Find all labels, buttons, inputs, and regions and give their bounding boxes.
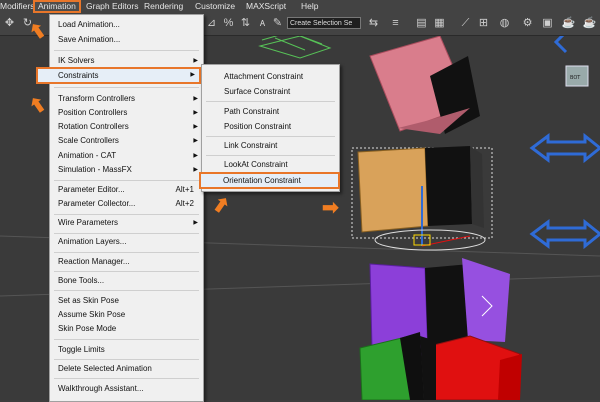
menu-separator	[206, 136, 335, 137]
submenu-arrow-icon: ▶	[193, 220, 198, 226]
submenu-item-surface-constraint[interactable]: Surface Constraint	[202, 84, 339, 100]
render-icon[interactable]: ☕	[561, 16, 576, 31]
move-icon[interactable]: ✥	[2, 16, 17, 31]
submenu-item-position-constraint[interactable]: Position Constraint	[202, 119, 339, 135]
menu-modifiers[interactable]: Modifiers	[0, 0, 34, 13]
menu-separator	[54, 252, 199, 253]
viewcube[interactable]: BOT	[565, 65, 589, 87]
menu-item-reaction-manager[interactable]: Reaction Manager...	[50, 254, 203, 270]
menu-item-constraints[interactable]: Constraints ▶	[36, 67, 201, 84]
menu-item-toggle-limits[interactable]: Toggle Limits	[50, 342, 203, 358]
edit-named-selection-icon[interactable]: ✎	[270, 16, 285, 31]
menu-item-delete-selected-animation[interactable]: Delete Selected Animation	[50, 361, 203, 377]
align-icon[interactable]: ≡	[388, 16, 403, 31]
submenu-item-path-constraint[interactable]: Path Constraint	[202, 104, 339, 120]
percent-snap-icon[interactable]: %	[221, 16, 236, 31]
menu-item-walkthrough-assistant[interactable]: Walkthrough Assistant...	[50, 381, 203, 397]
submenu-item-lookat-constraint[interactable]: LookAt Constraint	[202, 157, 339, 173]
menu-bar: Modifiers Animation Graph Editors Render…	[0, 0, 600, 14]
submenu-item-orientation-constraint[interactable]: Orientation Constraint	[199, 172, 340, 189]
menu-separator	[54, 50, 199, 51]
menu-item-constraints-label: Constraints	[58, 71, 99, 80]
menu-graph-editors[interactable]: Graph Editors	[86, 0, 138, 13]
selection-set-dropdown[interactable]: Create Selection Se	[287, 17, 361, 29]
menu-separator	[54, 87, 199, 88]
submenu-item-attachment-constraint[interactable]: Attachment Constraint	[202, 69, 339, 85]
submenu-arrow-icon: ▶	[193, 138, 198, 144]
submenu-item-link-constraint[interactable]: Link Constraint	[202, 138, 339, 154]
menu-separator	[54, 290, 199, 291]
menu-item-save-animation[interactable]: Save Animation...	[50, 32, 203, 48]
snap-icon[interactable]: ⊿	[204, 16, 219, 31]
menu-item-animation-layers[interactable]: Animation Layers...	[50, 234, 203, 250]
cube-red	[420, 335, 522, 400]
scene-explorer-icon[interactable]: ▦	[432, 16, 447, 31]
layer-manager-icon[interactable]: ▤	[414, 16, 429, 31]
menu-item-load-animation[interactable]: Load Animation...	[50, 17, 203, 33]
menu-animation[interactable]: Animation	[33, 0, 81, 13]
render-setup-icon[interactable]: ⚙	[520, 16, 535, 31]
text-abc-icon[interactable]: ᴀ	[255, 16, 270, 31]
menu-item-parameter-collector[interactable]: Parameter Collector... Alt+2	[50, 196, 203, 212]
submenu-arrow-icon: ▶	[190, 72, 195, 78]
shortcut-label: Alt+2	[175, 199, 194, 208]
spinner-snap-icon[interactable]: ⇅	[238, 16, 253, 31]
menu-separator	[54, 339, 199, 340]
menu-item-skin-pose-mode[interactable]: Skin Pose Mode	[50, 321, 203, 337]
menu-separator	[54, 271, 199, 272]
rendered-frame-icon[interactable]: ▣	[540, 16, 555, 31]
menu-customize[interactable]: Customize	[195, 0, 235, 13]
bone-wireframe	[258, 36, 332, 59]
annotation-arrow-icon: ➡	[322, 197, 339, 219]
render-iterative-icon[interactable]: ☕	[582, 16, 597, 31]
schematic-view-icon[interactable]: ⊞	[476, 16, 491, 31]
menu-item-simulation-massfx[interactable]: Simulation - MassFX ▶	[50, 162, 203, 178]
submenu-arrow-icon: ▶	[193, 167, 198, 173]
menu-separator	[206, 155, 335, 156]
menu-item-wire-parameters[interactable]: Wire Parameters ▶	[50, 215, 203, 231]
menu-rendering[interactable]: Rendering	[144, 0, 183, 13]
material-editor-icon[interactable]: ◍	[497, 16, 512, 31]
menu-item-bone-tools[interactable]: Bone Tools...	[50, 273, 203, 289]
menu-separator	[54, 378, 199, 379]
menu-maxscript[interactable]: MAXScript	[246, 0, 286, 13]
curve-editor-icon[interactable]: ⟋	[458, 16, 473, 31]
cube-pink	[369, 36, 480, 134]
submenu-item-orientation-label: Orientation Constraint	[223, 176, 301, 185]
cube-green	[359, 332, 424, 400]
menu-separator	[54, 359, 199, 360]
menu-separator	[54, 180, 199, 181]
menu-help[interactable]: Help	[301, 0, 318, 13]
menu-separator	[206, 101, 335, 102]
svg-text:BOT: BOT	[570, 75, 581, 81]
mirror-icon[interactable]: ⇆	[366, 16, 381, 31]
menu-item-scale-controllers[interactable]: Scale Controllers ▶	[50, 133, 203, 149]
